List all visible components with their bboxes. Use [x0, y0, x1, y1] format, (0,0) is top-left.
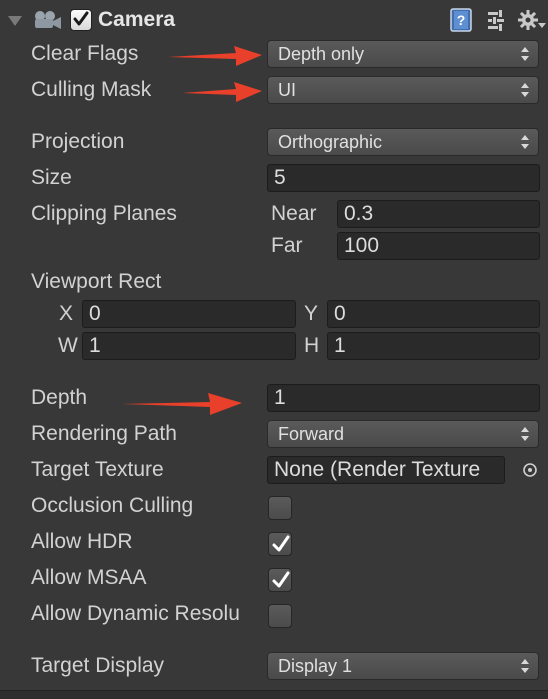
depth-field[interactable]: 1 — [267, 384, 540, 412]
allow-msaa-checkbox[interactable] — [268, 568, 292, 592]
viewport-y-label: Y — [304, 302, 319, 325]
target-display-dropdown[interactable]: Display 1 — [267, 652, 539, 680]
viewport-y-field[interactable]: 0 — [327, 300, 540, 328]
allow-dynamic-resolution-label: Allow Dynamic Resolu — [31, 602, 240, 625]
near-field[interactable]: 0.3 — [337, 200, 540, 228]
checkmark-icon — [272, 535, 290, 552]
presets-sliders-icon[interactable] — [486, 10, 506, 32]
triangle-down-icon[interactable] — [8, 16, 22, 26]
clear-flags-label: Clear Flags — [31, 42, 139, 65]
far-field[interactable]: 100 — [337, 232, 540, 260]
svg-text:?: ? — [457, 12, 466, 28]
rendering-path-label: Rendering Path — [31, 422, 177, 445]
rendering-path-dropdown[interactable]: Forward — [267, 420, 539, 448]
culling-mask-label: Culling Mask — [31, 78, 152, 101]
red-arrow-icon — [122, 393, 242, 415]
culling-mask-dropdown[interactable]: UI — [267, 76, 539, 104]
target-texture-label: Target Texture — [31, 458, 164, 481]
viewport-x-field[interactable]: 0 — [82, 300, 296, 328]
checkmark-icon — [73, 11, 89, 26]
red-arrow-icon — [168, 46, 262, 66]
clear-flags-dropdown[interactable]: Depth only — [267, 40, 539, 68]
dropdown-arrows-icon — [521, 135, 529, 149]
target-display-value: Display 1 — [278, 656, 353, 676]
camera-icon — [35, 11, 61, 29]
target-display-label: Target Display — [31, 654, 165, 677]
allow-msaa-label: Allow MSAA — [31, 566, 147, 589]
occlusion-culling-checkbox[interactable] — [268, 496, 292, 520]
checkmark-icon — [272, 571, 290, 588]
component-title: Camera — [98, 8, 176, 31]
target-texture-field[interactable]: None (Render Texture — [267, 456, 505, 484]
culling-mask-value: UI — [278, 80, 296, 100]
depth-label: Depth — [31, 386, 88, 409]
component-enabled-checkbox[interactable] — [70, 9, 92, 31]
viewport-w-field[interactable]: 1 — [82, 332, 296, 360]
viewport-h-field[interactable]: 1 — [327, 332, 540, 360]
rendering-path-value: Forward — [278, 424, 345, 444]
allow-hdr-label: Allow HDR — [31, 530, 133, 553]
dropdown-arrows-icon — [521, 47, 529, 61]
dropdown-arrows-icon — [521, 83, 529, 97]
dropdown-arrows-icon — [521, 427, 529, 441]
help-book-icon[interactable]: ? — [450, 8, 472, 32]
viewport-x-label: X — [59, 302, 74, 325]
far-label: Far — [271, 234, 303, 257]
dropdown-arrows-icon — [521, 659, 529, 673]
viewport-rect-label: Viewport Rect — [31, 270, 162, 293]
clear-flags-value: Depth only — [278, 44, 365, 64]
clipping-planes-label: Clipping Planes — [31, 202, 177, 225]
projection-value: Orthographic — [278, 132, 383, 152]
size-label: Size — [31, 166, 72, 189]
projection-dropdown[interactable]: Orthographic — [267, 128, 539, 156]
viewport-w-label: W — [58, 334, 78, 357]
allow-hdr-checkbox[interactable] — [268, 532, 292, 556]
component-header: Camera ? — [0, 4, 548, 36]
viewport-h-label: H — [304, 334, 320, 357]
size-field[interactable]: 5 — [267, 164, 540, 192]
near-label: Near — [271, 202, 317, 225]
projection-label: Projection — [31, 130, 125, 153]
object-picker-icon[interactable] — [522, 462, 538, 478]
allow-dynamic-resolution-checkbox[interactable] — [268, 604, 292, 628]
gear-icon[interactable] — [518, 9, 546, 31]
red-arrow-icon — [182, 82, 262, 102]
occlusion-culling-label: Occlusion Culling — [31, 494, 194, 517]
